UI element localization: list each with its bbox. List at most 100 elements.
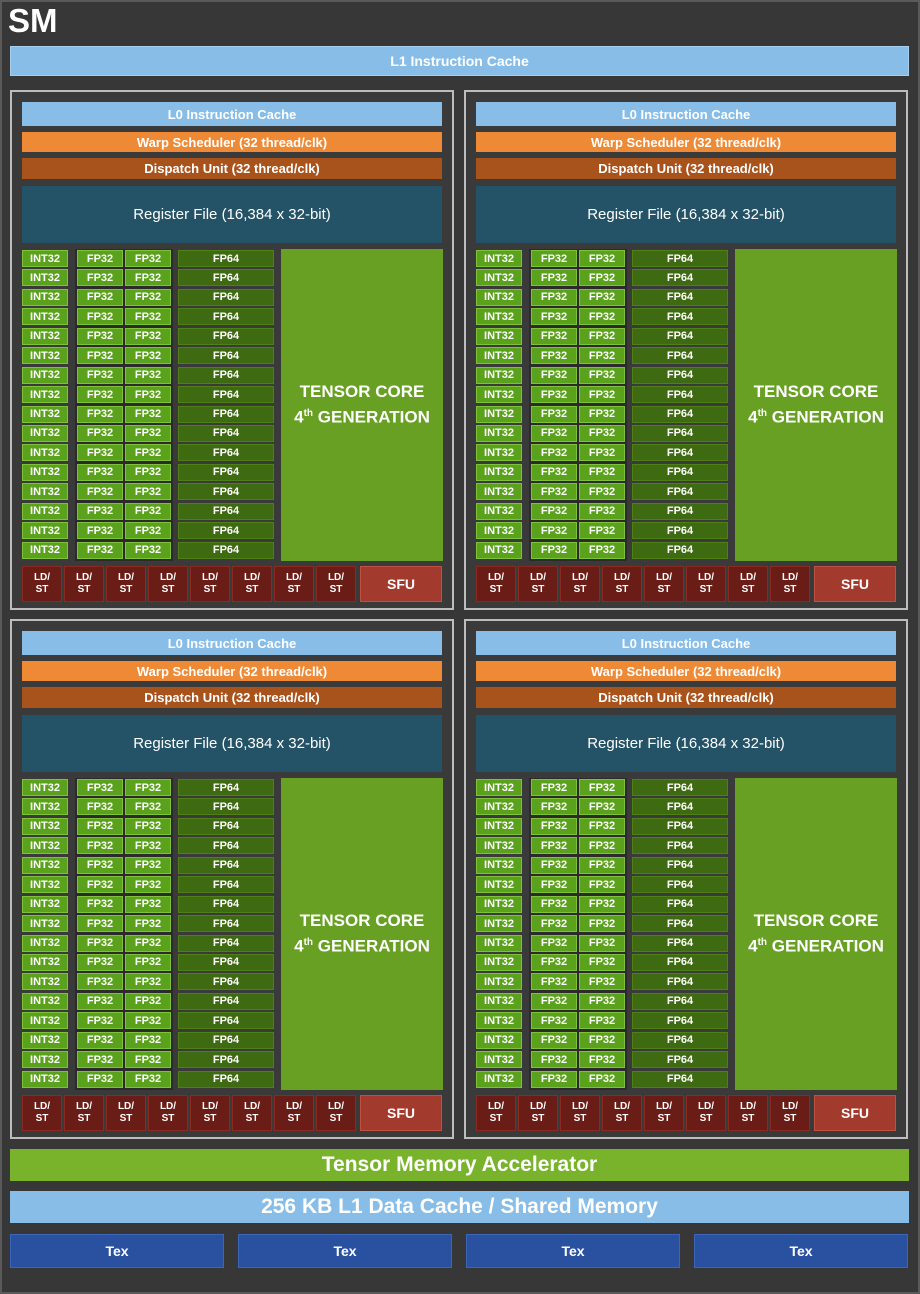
ldst-label-top: LD/ [655,1101,673,1112]
ldst-row: LD/ST LD/ST LD/ST LD/ST LD/ST LD/ST LD/ST LD/ST [476,1095,812,1131]
fp32-unit: FP32 [531,953,577,971]
fp64-unit: FP64 [178,1012,274,1030]
fp32-unit: FP32 [531,837,577,855]
ldst-label-top: LD/ [117,572,135,583]
ldst-unit: LD/ST [274,1095,314,1131]
fp32-unit: FP32 [579,463,625,481]
fp32-unit: FP32 [531,895,577,913]
ldst-label-top: LD/ [571,1101,589,1112]
l1-instruction-cache: L1 Instruction Cache [10,46,909,76]
int32-unit: INT32 [476,779,522,796]
int32-unit: INT32 [476,288,522,306]
ldst-label-top: LD/ [33,1101,51,1112]
fp64-unit: FP64 [632,953,728,971]
fp32-unit: FP32 [531,541,577,559]
fp32-unit: FP32 [77,483,123,501]
fp32-unit: FP32 [531,1031,577,1049]
fp32-unit: FP32 [77,934,123,952]
ldst-label-bottom: ST [245,584,259,595]
ldst-row: LD/ST LD/ST LD/ST LD/ST LD/ST LD/ST LD/ST LD/ST [476,566,812,602]
fp32-unit: FP32 [579,817,625,835]
tensor-core-label: TENSOR CORE [753,382,879,402]
fp32-unit: FP32 [125,288,171,306]
sm-diagram: SM L1 Instruction Cache L0 Instruction C… [0,0,920,1294]
fp32-unit: FP32 [125,250,171,267]
ldst-label-bottom: ST [615,584,629,595]
ldst-label-top: LD/ [487,1101,505,1112]
register-file: Register File (16,384 x 32-bit) [476,715,896,772]
int32-unit: INT32 [476,308,522,326]
fp32-unit: FP32 [531,817,577,835]
ldst-unit: LD/ST [232,1095,272,1131]
fp32-unit: FP32 [531,288,577,306]
int32-unit: INT32 [476,444,522,462]
int32-unit: INT32 [22,837,68,855]
tensor-core-generation-suffix: th [303,937,314,949]
fp64-unit: FP64 [632,779,728,796]
fp32-column: FP32 FP32 FP32 FP32 FP32 FP32 FP32 FP32 FP32 FP32… [531,779,577,1090]
fp32-unit: FP32 [125,798,171,816]
fp32-unit: FP32 [125,779,171,796]
fp32-unit: FP32 [77,973,123,991]
int32-unit: INT32 [22,856,68,874]
ldst-unit: LD/ST [316,566,356,602]
int32-unit: INT32 [476,463,522,481]
ldst-unit: LD/ST [64,1095,104,1131]
ldst-label-bottom: ST [741,1113,755,1124]
tensor-core-generation-number: 4 [748,407,758,427]
fp64-unit: FP64 [632,424,728,442]
fp32-unit: FP32 [531,424,577,442]
ldst-label-bottom: ST [287,1113,301,1124]
ldst-label-bottom: ST [489,584,503,595]
ldst-unit: LD/ST [770,566,810,602]
fp32-unit: FP32 [125,269,171,287]
sfu-unit: SFU [814,1095,896,1131]
int32-unit: INT32 [22,327,68,345]
fp32-unit: FP32 [77,308,123,326]
fp32-unit: FP32 [531,934,577,952]
fp32-unit: FP32 [531,327,577,345]
fp32-column: FP32 FP32 FP32 FP32 FP32 FP32 FP32 FP32 FP32 FP32… [579,250,625,561]
int32-unit: INT32 [476,798,522,816]
l0-instruction-cache: L0 Instruction Cache [476,631,896,655]
fp32-unit: FP32 [579,288,625,306]
fp32-unit: FP32 [531,522,577,540]
int32-unit: INT32 [22,424,68,442]
ldst-label-top: LD/ [327,572,345,583]
ldst-label-bottom: ST [699,584,713,595]
fp32-unit: FP32 [531,992,577,1010]
int32-unit: INT32 [22,934,68,952]
fp32-unit: FP32 [531,798,577,816]
int32-unit: INT32 [476,347,522,365]
fp32-unit: FP32 [125,1051,171,1069]
fp64-unit: FP64 [178,502,274,520]
fp32-unit: FP32 [579,798,625,816]
ldst-unit: LD/ST [686,1095,726,1131]
sfu-unit: SFU [814,566,896,602]
tensor-core-generation: 4th GENERATION [294,932,430,958]
ldst-label-bottom: ST [573,584,587,595]
fp64-unit: FP64 [632,876,728,894]
fp32-unit: FP32 [579,541,625,559]
ldst-label-top: LD/ [613,572,631,583]
tensor-core-generation: 4th GENERATION [748,403,884,429]
ldst-label-bottom: ST [245,1113,259,1124]
ldst-row: LD/ST LD/ST LD/ST LD/ST LD/ST LD/ST LD/ST LD/ST [22,566,358,602]
l1-data-cache-shared-memory: 256 KB L1 Data Cache / Shared Memory [10,1191,909,1223]
ldst-label-top: LD/ [487,572,505,583]
l0-instruction-cache: L0 Instruction Cache [22,631,442,655]
ldst-unit: LD/ST [64,566,104,602]
ldst-unit: LD/ST [686,566,726,602]
tensor-core-generation-suffix: th [303,408,314,420]
ldst-label-bottom: ST [699,1113,713,1124]
warp-scheduler: Warp Scheduler (32 thread/clk) [476,132,896,152]
tensor-memory-accelerator: Tensor Memory Accelerator [10,1149,909,1181]
fp32-unit: FP32 [579,876,625,894]
fp32-unit: FP32 [125,876,171,894]
int32-column: INT32 INT32 INT32 INT32 INT32 INT32 INT32 INT32… [476,779,522,1090]
fp32-unit: FP32 [77,541,123,559]
int32-unit: INT32 [22,444,68,462]
int32-column: INT32 INT32 INT32 INT32 INT32 INT32 INT32 INT32… [476,250,522,561]
ldst-label-bottom: ST [783,1113,797,1124]
ldst-label-top: LD/ [781,1101,799,1112]
